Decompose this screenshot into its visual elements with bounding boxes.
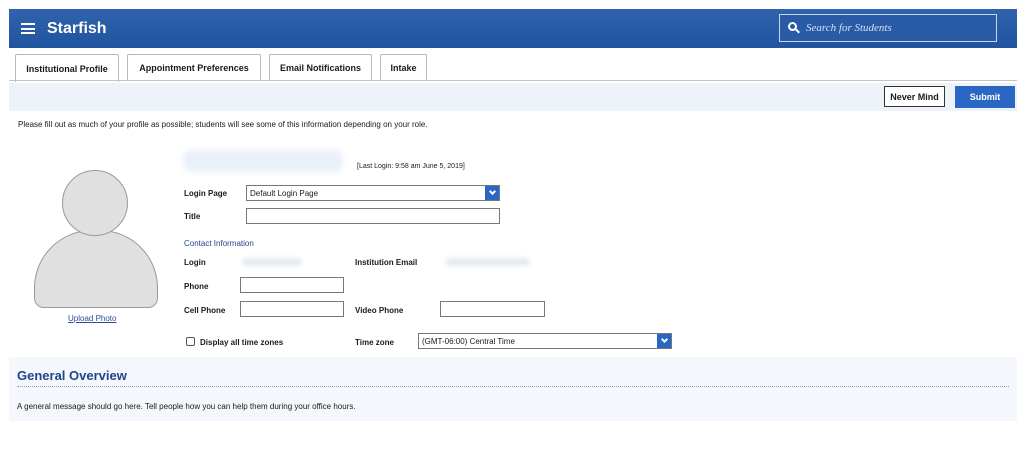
cell-phone-label: Cell Phone bbox=[184, 306, 226, 315]
login-value-redacted bbox=[242, 258, 302, 266]
user-name-redacted bbox=[183, 150, 343, 172]
login-label: Login bbox=[184, 258, 206, 267]
contact-information-heading: Contact Information bbox=[184, 239, 254, 248]
chevron-down-icon[interactable] bbox=[485, 186, 499, 200]
search-icon[interactable] bbox=[788, 22, 800, 34]
video-phone-input[interactable] bbox=[440, 301, 545, 317]
phone-input[interactable] bbox=[240, 277, 344, 293]
section-divider bbox=[17, 386, 1009, 387]
time-zone-value: (GMT-06:00) Central Time bbox=[422, 336, 515, 346]
title-label: Title bbox=[184, 212, 201, 221]
general-overview-section: General Overview A general message shoul… bbox=[9, 357, 1017, 421]
chevron-down-icon[interactable] bbox=[657, 334, 671, 348]
avatar-placeholder-icon bbox=[34, 170, 158, 308]
tab-bar: Institutional Profile Appointment Prefer… bbox=[15, 54, 435, 82]
tab-email-notifications[interactable]: Email Notifications bbox=[269, 54, 372, 81]
intro-text: Please fill out as much of your profile … bbox=[18, 120, 428, 129]
general-overview-message[interactable]: A general message should go here. Tell p… bbox=[17, 402, 356, 411]
top-bar: Starfish bbox=[9, 9, 1017, 48]
avatar-head bbox=[62, 170, 128, 236]
cell-phone-input[interactable] bbox=[240, 301, 344, 317]
login-page-select[interactable]: Default Login Page bbox=[246, 185, 500, 201]
institution-email-label: Institution Email bbox=[355, 258, 418, 267]
upload-photo-link[interactable]: Upload Photo bbox=[68, 314, 116, 323]
never-mind-button[interactable]: Never Mind bbox=[884, 86, 945, 107]
general-overview-title: General Overview bbox=[17, 368, 127, 383]
avatar-body bbox=[34, 230, 158, 308]
tab-divider bbox=[9, 80, 1017, 81]
display-all-time-zones-checkbox[interactable] bbox=[186, 337, 195, 346]
time-zone-label: Time zone bbox=[355, 338, 394, 347]
login-page-value: Default Login Page bbox=[250, 188, 319, 198]
institution-email-redacted bbox=[445, 258, 530, 266]
action-bar: Never Mind Submit bbox=[9, 83, 1017, 111]
search-input[interactable] bbox=[804, 21, 994, 35]
time-zone-select[interactable]: (GMT-06:00) Central Time bbox=[418, 333, 672, 349]
submit-button[interactable]: Submit bbox=[955, 86, 1015, 108]
last-login-text: [Last Login: 9:58 am June 5, 2019] bbox=[357, 163, 465, 170]
login-page-label: Login Page bbox=[184, 189, 228, 198]
tab-institutional-profile[interactable]: Institutional Profile bbox=[15, 54, 119, 82]
hamburger-menu-icon[interactable] bbox=[21, 23, 35, 34]
app-title[interactable]: Starfish bbox=[47, 20, 107, 38]
display-all-time-zones-label: Display all time zones bbox=[200, 338, 284, 347]
phone-label: Phone bbox=[184, 282, 209, 291]
title-input[interactable] bbox=[246, 208, 500, 224]
tab-appointment-preferences[interactable]: Appointment Preferences bbox=[127, 54, 261, 81]
search-box[interactable] bbox=[779, 14, 997, 42]
tab-intake[interactable]: Intake bbox=[380, 54, 427, 81]
video-phone-label: Video Phone bbox=[355, 306, 404, 315]
